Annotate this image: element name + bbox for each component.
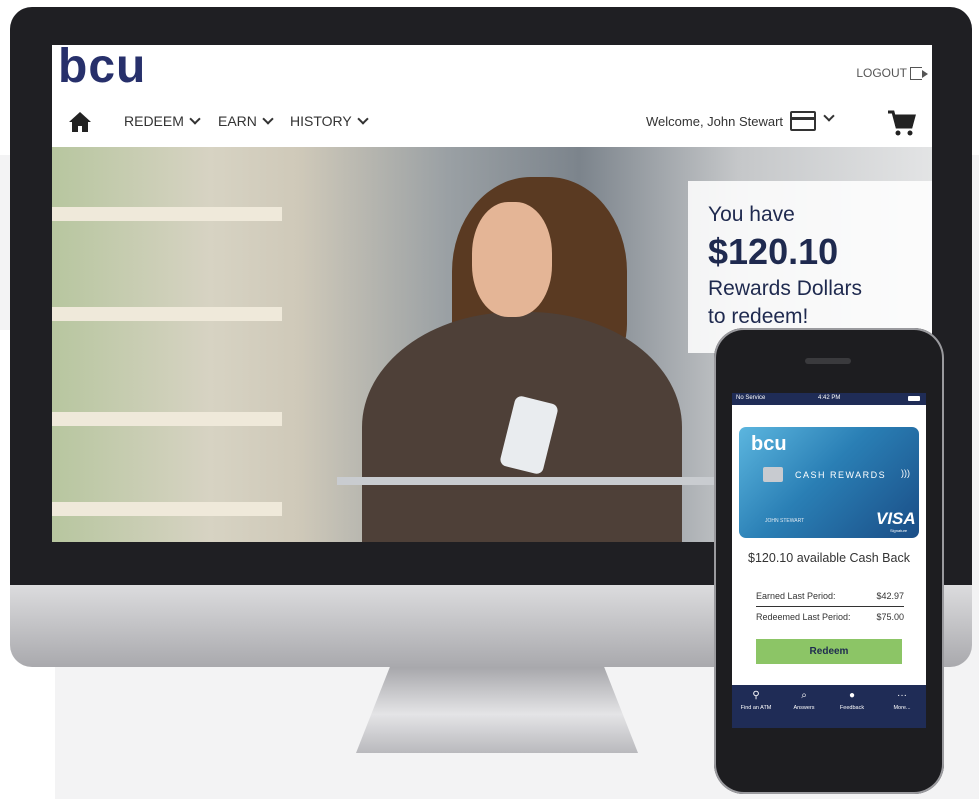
home-icon[interactable] bbox=[68, 111, 92, 133]
promo-line1: You have bbox=[708, 203, 795, 226]
search-icon: ⌕ bbox=[801, 690, 807, 701]
earned-row: Earned Last Period: $42.97 bbox=[756, 591, 904, 601]
nav-redeem[interactable]: REDEEM bbox=[124, 113, 201, 129]
chevron-down-icon bbox=[262, 113, 274, 125]
location-pin-icon: ⚲ bbox=[752, 690, 760, 701]
rewards-credit-card[interactable]: bcu CASH REWARDS ))) JOHN STEWART VISA S… bbox=[739, 427, 919, 538]
redeem-button[interactable]: Redeem bbox=[756, 639, 902, 664]
contactless-icon: ))) bbox=[901, 468, 910, 478]
chevron-down-icon bbox=[189, 113, 201, 125]
tab-answers[interactable]: ⌕ Answers bbox=[780, 690, 828, 711]
redeemed-row: Redeemed Last Period: $75.00 bbox=[756, 612, 904, 622]
tab-feedback[interactable]: ● Feedback bbox=[828, 690, 876, 711]
welcome-text: Welcome, John Stewart bbox=[646, 114, 784, 129]
row-divider bbox=[756, 606, 904, 607]
tab-more[interactable]: ··· More... bbox=[878, 690, 926, 711]
logout-link[interactable]: LOGOUT bbox=[856, 66, 928, 80]
cashback-text: $120.10 available Cash Back bbox=[748, 551, 910, 565]
store-shelf bbox=[52, 307, 282, 321]
tab-label: Answers bbox=[793, 705, 815, 711]
carrier-text: No Service bbox=[736, 395, 766, 401]
site-header: bcu LOGOUT bbox=[52, 45, 932, 100]
tab-label: More... bbox=[893, 705, 911, 711]
phone-screen: No Service 4:42 PM bcu CASH REWARDS ))) … bbox=[732, 393, 926, 728]
card-holder: JOHN STEWART bbox=[765, 518, 805, 524]
chevron-down-icon bbox=[357, 113, 369, 125]
promo-line2: Rewards Dollars to redeem! bbox=[708, 275, 862, 331]
store-shelf bbox=[52, 502, 282, 516]
store-shelf bbox=[52, 207, 282, 221]
shopper-face bbox=[472, 202, 552, 317]
shopping-cart-icon[interactable] bbox=[886, 108, 916, 138]
phone-speaker bbox=[805, 358, 851, 364]
card-type: CASH REWARDS bbox=[795, 470, 887, 480]
shopping-cart-rail bbox=[337, 477, 777, 485]
promo-line3-text: to redeem! bbox=[708, 305, 809, 328]
visa-logo: VISA bbox=[876, 509, 916, 528]
main-nav: REDEEM EARN HISTORY Welcome, John Stewar… bbox=[52, 99, 932, 147]
chat-bubble-icon: ● bbox=[848, 690, 856, 701]
nav-redeem-label: REDEEM bbox=[124, 113, 184, 129]
store-shelf bbox=[52, 412, 282, 426]
card-logo: bcu bbox=[751, 433, 787, 455]
credit-card-icon[interactable] bbox=[790, 111, 816, 131]
logout-label: LOGOUT bbox=[856, 66, 907, 80]
chevron-down-icon[interactable] bbox=[823, 110, 835, 122]
chip-icon bbox=[763, 467, 783, 482]
battery-icon bbox=[908, 396, 920, 401]
more-dots-icon: ··· bbox=[897, 690, 907, 701]
phone-status-bar: No Service 4:42 PM bbox=[732, 393, 926, 405]
status-time: 4:42 PM bbox=[818, 395, 841, 401]
tab-label: Feedback bbox=[839, 705, 865, 711]
phone-tab-bar: ⚲ Find an ATM ⌕ Answers ● Feedback ··· M… bbox=[732, 685, 926, 728]
nav-earn-label: EARN bbox=[218, 113, 257, 129]
visa-signature: Signature bbox=[890, 528, 908, 533]
earned-label: Earned Last Period: bbox=[756, 591, 836, 601]
nav-history-label: HISTORY bbox=[290, 113, 352, 129]
redeemed-label: Redeemed Last Period: bbox=[756, 612, 851, 622]
tab-find-atm[interactable]: ⚲ Find an ATM bbox=[732, 690, 780, 711]
monitor-stand bbox=[356, 667, 638, 753]
earned-value: $42.97 bbox=[876, 591, 904, 601]
smartphone: No Service 4:42 PM bcu CASH REWARDS ))) … bbox=[714, 328, 944, 794]
nav-history[interactable]: HISTORY bbox=[290, 113, 369, 129]
nav-earn[interactable]: EARN bbox=[218, 113, 274, 129]
bcu-logo[interactable]: bcu bbox=[58, 45, 146, 94]
tab-label: Find an ATM bbox=[740, 705, 772, 711]
promo-line2-text: Rewards Dollars bbox=[708, 277, 863, 300]
promo-amount: $120.10 bbox=[708, 231, 839, 272]
redeemed-value: $75.00 bbox=[876, 612, 904, 622]
logout-icon bbox=[910, 66, 928, 80]
